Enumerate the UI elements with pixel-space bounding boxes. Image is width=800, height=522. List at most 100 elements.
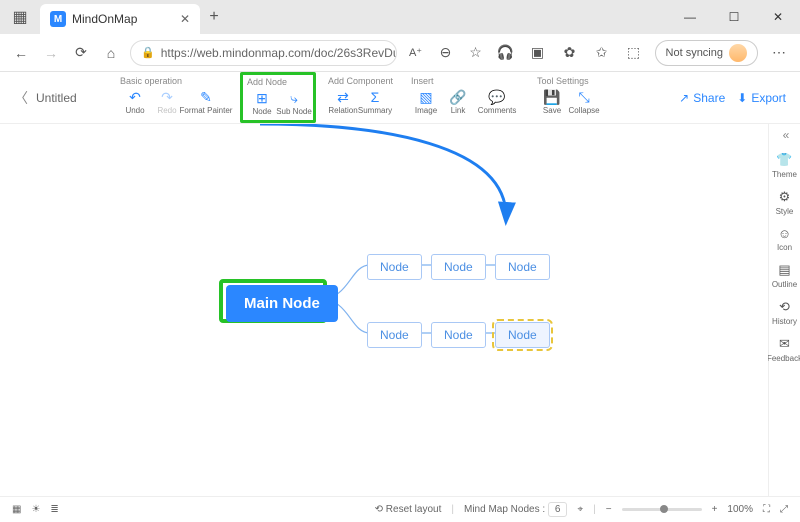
- comments-icon: 💬: [488, 88, 506, 106]
- summary-icon: Σ: [366, 88, 384, 106]
- child-node[interactable]: Node: [367, 254, 422, 280]
- collapse-icon: ⤡: [575, 88, 593, 106]
- group-title-add-component: Add Component: [328, 76, 393, 86]
- save-button[interactable]: 💾Save: [537, 88, 567, 115]
- window-minimize-button[interactable]: —: [668, 0, 712, 34]
- document-title[interactable]: Untitled: [36, 91, 77, 105]
- group-add-node: Add Node ⊞Node ⤷Sub Node: [240, 72, 316, 123]
- status-sun-icon[interactable]: ☀: [31, 504, 40, 515]
- child-node[interactable]: Node: [495, 254, 550, 280]
- panel-feedback-button[interactable]: ✉Feedback: [769, 336, 800, 363]
- child-node[interactable]: Node: [431, 322, 486, 348]
- mindmap-connectors: [0, 124, 768, 496]
- status-layers-icon[interactable]: ≣: [50, 504, 58, 515]
- mindonmap-favicon-icon: M: [50, 11, 66, 27]
- nav-refresh-icon[interactable]: ⟳: [70, 42, 92, 64]
- new-tab-button[interactable]: +: [200, 0, 228, 34]
- status-bar: ▦ ☀ ≣ ⟲ Reset layout | Mind Map Nodes : …: [0, 496, 800, 522]
- locate-icon[interactable]: ⌖: [577, 504, 583, 515]
- window-controls: — ☐ ✕: [668, 0, 800, 34]
- zoom-in-status-button[interactable]: +: [712, 504, 718, 515]
- insert-comments-button[interactable]: 💬Comments: [475, 88, 519, 115]
- group-title-insert: Insert: [411, 76, 519, 86]
- panel-history-button[interactable]: ⟲History: [769, 299, 800, 326]
- group-tool-settings: Tool Settings 💾Save ⤡Collapse: [531, 72, 605, 123]
- nav-back-icon[interactable]: ←: [10, 42, 32, 64]
- read-aloud-icon[interactable]: A⁺: [405, 42, 427, 64]
- zoom-out-icon[interactable]: ⊖: [435, 42, 457, 64]
- side-panel: « 👕Theme ⚙Style ☺Icon ▤Outline ⟲History …: [768, 124, 800, 496]
- subnode-icon: ⤷: [285, 89, 303, 107]
- zoom-slider-thumb[interactable]: [660, 505, 668, 513]
- close-tab-icon[interactable]: ✕: [180, 12, 190, 26]
- save-icon: 💾: [543, 88, 561, 106]
- export-icon: ⬇: [737, 91, 747, 105]
- lock-icon: 🔒: [141, 46, 155, 59]
- group-title-basic: Basic operation: [120, 76, 228, 86]
- outline-icon: ▤: [778, 262, 790, 278]
- nav-forward-icon[interactable]: →: [40, 42, 62, 64]
- relation-button[interactable]: ⇄Relation: [328, 88, 358, 115]
- favorite-icon[interactable]: ☆: [465, 42, 487, 64]
- style-icon: ⚙: [779, 189, 791, 205]
- add-node-button[interactable]: ⊞Node: [247, 89, 277, 116]
- nav-home-icon[interactable]: ⌂: [100, 42, 122, 64]
- browser-titlebar: ▦ M MindOnMap ✕ + — ☐ ✕: [0, 0, 800, 34]
- group-add-component: Add Component ⇄Relation ΣSummary: [322, 72, 399, 123]
- child-node[interactable]: Node: [431, 254, 486, 280]
- image-icon: ▧: [417, 88, 435, 106]
- panel-style-button[interactable]: ⚙Style: [769, 189, 800, 216]
- summary-button[interactable]: ΣSummary: [360, 88, 390, 115]
- share-button[interactable]: ↗Share: [679, 91, 725, 105]
- child-node-selected[interactable]: Node: [495, 322, 550, 348]
- downloads-icon[interactable]: ⬚: [623, 42, 645, 64]
- insert-image-button[interactable]: ▧Image: [411, 88, 441, 115]
- paint-icon: ✎: [197, 88, 215, 106]
- history-icon: ⟲: [779, 299, 790, 315]
- panel-icon-button[interactable]: ☺Icon: [769, 226, 800, 252]
- browser-tab[interactable]: M MindOnMap ✕: [40, 4, 200, 34]
- main-node[interactable]: Main Node: [226, 285, 338, 322]
- reset-icon: ⟲: [375, 504, 383, 515]
- reset-layout-button[interactable]: ⟲ Reset layout: [375, 504, 442, 515]
- app-toolbar: 〈 Untitled Basic operation ↶Undo ↷Redo ✎…: [0, 72, 800, 124]
- zoom-slider[interactable]: [622, 508, 702, 511]
- theme-icon: 👕: [776, 152, 792, 168]
- share-icon: ↗: [679, 91, 689, 105]
- collapse-button[interactable]: ⤡Collapse: [569, 88, 599, 115]
- collections-icon[interactable]: ▣: [527, 42, 549, 64]
- add-subnode-button[interactable]: ⤷Sub Node: [279, 89, 309, 116]
- node-count-label: Mind Map Nodes : 6: [464, 504, 568, 515]
- sync-label: Not syncing: [666, 47, 723, 59]
- panel-outline-button[interactable]: ▤Outline: [769, 262, 800, 289]
- redo-button[interactable]: ↷Redo: [152, 88, 182, 115]
- link-icon: 🔗: [449, 88, 467, 106]
- child-node[interactable]: Node: [367, 322, 422, 348]
- canvas[interactable]: Main Node Node Node Node Node Node Node: [0, 124, 768, 496]
- address-bar[interactable]: 🔒 https://web.mindonmap.com/doc/26s3RevD…: [130, 40, 397, 66]
- group-title-tool-settings: Tool Settings: [537, 76, 599, 86]
- node-icon: ⊞: [253, 89, 271, 107]
- headphones-icon[interactable]: 🎧: [495, 42, 517, 64]
- back-button[interactable]: 〈: [14, 88, 28, 108]
- url-text: https://web.mindonmap.com/doc/26s3RevDue…: [161, 46, 397, 60]
- smile-icon: ☺: [778, 226, 791, 241]
- profile-sync-button[interactable]: Not syncing: [655, 40, 758, 66]
- export-button[interactable]: ⬇Export: [737, 91, 786, 105]
- tab-strip-left-icon[interactable]: ▦: [0, 0, 40, 34]
- undo-button[interactable]: ↶Undo: [120, 88, 150, 115]
- collapse-panel-button[interactable]: «: [783, 128, 787, 142]
- fit-screen-icon[interactable]: ⛶: [763, 504, 770, 515]
- fullscreen-icon[interactable]: ⤢: [780, 504, 788, 515]
- format-painter-button[interactable]: ✎Format Painter: [184, 88, 228, 115]
- insert-link-button[interactable]: 🔗Link: [443, 88, 473, 115]
- panel-theme-button[interactable]: 👕Theme: [769, 152, 800, 179]
- tab-title: MindOnMap: [72, 12, 174, 26]
- more-menu-icon[interactable]: ⋯: [768, 42, 790, 64]
- favorites-bar-icon[interactable]: ✩: [591, 42, 613, 64]
- extensions-icon[interactable]: ✿: [559, 42, 581, 64]
- window-close-button[interactable]: ✕: [756, 0, 800, 34]
- window-maximize-button[interactable]: ☐: [712, 0, 756, 34]
- zoom-out-status-button[interactable]: −: [606, 504, 612, 515]
- status-grid-icon[interactable]: ▦: [12, 504, 21, 515]
